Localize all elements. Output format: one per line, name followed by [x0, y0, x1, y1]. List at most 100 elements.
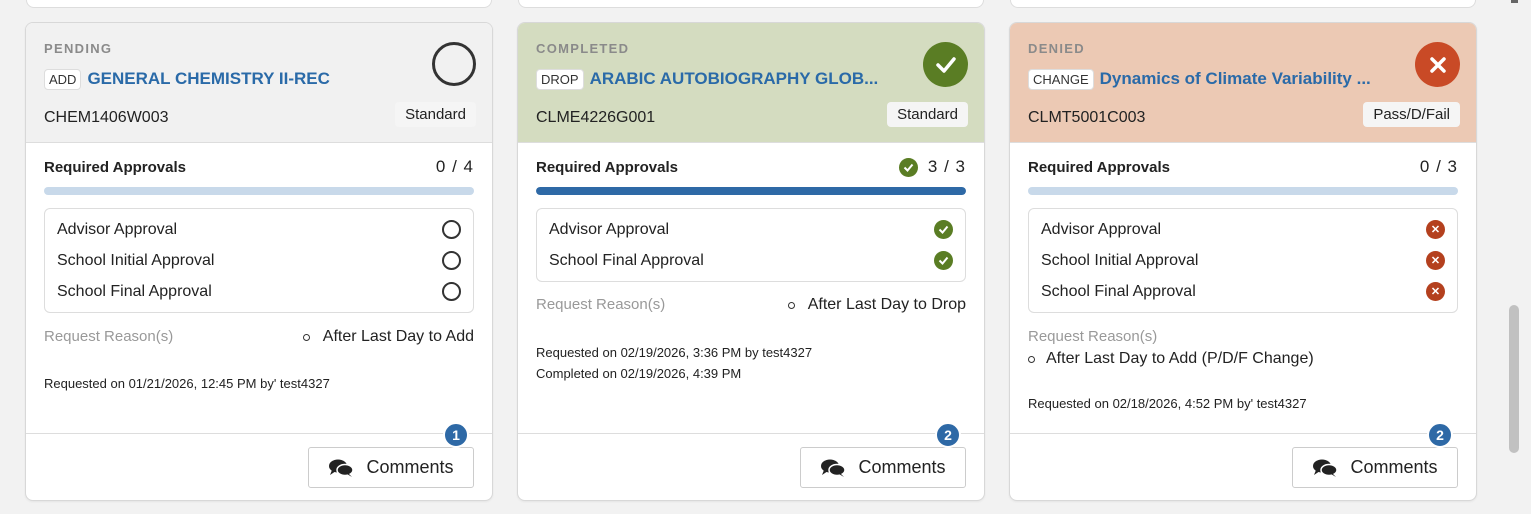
status-label: DENIED — [1028, 41, 1085, 56]
card-edge — [26, 0, 492, 8]
approvals-count: 0 / 4 — [435, 157, 474, 176]
approval-item: Advisor Approval ✕ — [1041, 214, 1445, 245]
status-label: COMPLETED — [536, 41, 630, 56]
reason-text: After Last Day to Add — [322, 328, 474, 345]
card-header: DENIED CHANGE Dynamics of Climate Variab… — [1010, 23, 1476, 142]
approval-label: School Initial Approval — [57, 251, 215, 269]
comments-button[interactable]: Comments 1 — [308, 422, 474, 488]
request-reasons-label: Request Reason(s) — [44, 328, 174, 345]
request-reasons-label: Request Reason(s) — [1028, 328, 1158, 345]
pending-circle-icon — [442, 220, 461, 239]
card-edge — [1010, 0, 1476, 8]
approval-list: Advisor Approval ✕ School Initial Approv… — [1028, 208, 1458, 313]
approval-item: Advisor Approval — [57, 214, 461, 245]
approvals-count-wrap: 3 / 3 — [898, 157, 966, 177]
approval-label: Advisor Approval — [549, 220, 670, 238]
comments-button[interactable]: Comments 2 — [800, 422, 966, 488]
completed-on-text: Completed on 02/19/2026, 4:39 PM — [536, 366, 742, 381]
x-circle-icon: ✕ — [1426, 251, 1445, 270]
check-circle-icon — [934, 251, 953, 270]
approval-item: School Initial Approval — [57, 245, 461, 276]
reason-item: After Last Day to Add (P/D/F Change) — [1028, 350, 1458, 368]
reason-item: After Last Day to Drop — [787, 296, 966, 314]
request-type-tag: CHANGE — [1028, 68, 1094, 90]
bullet-icon — [787, 301, 795, 309]
course-code: CLMT5001C003 — [1028, 109, 1146, 126]
request-meta: Requested on 02/19/2026, 3:36 PM by test… — [536, 342, 966, 384]
request-card-pending: PENDING ADD GENERAL CHEMISTRY II-REC CHE… — [25, 22, 493, 501]
course-title-link[interactable]: ARABIC AUTOBIOGRAPHY GLOB... — [590, 69, 879, 89]
request-reasons-label: Request Reason(s) — [536, 296, 666, 313]
request-reasons: Request Reason(s) After Last Day to Add — [44, 328, 474, 346]
card-footer: Comments 2 — [518, 422, 984, 500]
course-title-link[interactable]: GENERAL CHEMISTRY II-REC — [87, 69, 329, 89]
comments-label: Comments — [1350, 457, 1438, 477]
grading-basis-badge: Pass/D/Fail — [1363, 102, 1460, 127]
check-circle-icon — [934, 220, 953, 239]
approvals-count: 3 / 3 — [927, 157, 966, 176]
card-footer: Comments 2 — [1010, 422, 1476, 500]
request-type-tag: ADD — [44, 68, 82, 90]
bullet-icon — [302, 333, 310, 341]
request-meta: Requested on 01/21/2026, 12:45 PM by' te… — [44, 373, 474, 394]
request-type-tag: DROP — [536, 68, 584, 90]
previous-row-edge — [0, 0, 1500, 14]
check-icon — [923, 42, 968, 87]
x-circle-icon: ✕ — [1426, 220, 1445, 239]
card-edge — [518, 0, 984, 8]
vertical-scrollbar-thumb[interactable] — [1509, 305, 1519, 453]
card-header: PENDING ADD GENERAL CHEMISTRY II-REC CHE… — [26, 23, 492, 142]
comments-button[interactable]: Comments 2 — [1292, 422, 1458, 488]
approval-item: School Final Approval ✕ — [1041, 276, 1445, 307]
empty-circle-icon — [432, 42, 476, 86]
requested-on-text: Requested on 01/21/2026, 12:45 PM by' te… — [44, 376, 330, 391]
course-title-link[interactable]: Dynamics of Climate Variability ... — [1100, 69, 1371, 89]
comments-count-badge: 2 — [935, 422, 961, 448]
reason-item: After Last Day to Add — [302, 328, 474, 346]
approvals-progress-bar — [44, 187, 474, 195]
approval-label: Advisor Approval — [57, 220, 178, 238]
approvals-progress-bar — [1028, 187, 1458, 195]
approval-label: Advisor Approval — [1041, 220, 1162, 238]
comments-icon — [1313, 459, 1339, 477]
approvals-count: 0 / 3 — [1419, 157, 1458, 176]
comments-count-badge: 1 — [443, 422, 469, 448]
card-footer: Comments 1 — [26, 422, 492, 500]
request-card-completed: COMPLETED DROP ARABIC AUTOBIOGRAPHY GLOB… — [517, 22, 985, 501]
pending-circle-icon — [442, 282, 461, 301]
pending-circle-icon — [442, 251, 461, 270]
x-icon — [1415, 42, 1460, 87]
comments-icon — [821, 459, 847, 477]
required-approvals-label: Required Approvals — [1028, 158, 1170, 176]
approvals-progress-bar — [536, 187, 966, 195]
course-code: CLME4226G001 — [536, 109, 656, 126]
approval-item: Advisor Approval — [549, 214, 953, 245]
check-circle-icon — [898, 157, 918, 177]
grading-basis-badge: Standard — [395, 102, 476, 127]
status-label: PENDING — [44, 41, 113, 56]
requested-on-text: Requested on 02/18/2026, 4:52 PM by' tes… — [1028, 396, 1307, 411]
request-card-denied: DENIED CHANGE Dynamics of Climate Variab… — [1009, 22, 1477, 501]
requested-on-text: Requested on 02/19/2026, 3:36 PM by test… — [536, 345, 813, 360]
approval-label: School Initial Approval — [1041, 251, 1199, 269]
approval-label: School Final Approval — [1041, 282, 1196, 300]
grading-basis-badge: Standard — [887, 102, 968, 127]
comments-label: Comments — [366, 457, 454, 477]
approval-item: School Final Approval — [549, 245, 953, 276]
course-code: CHEM1406W003 — [44, 109, 169, 126]
approval-list: Advisor Approval School Initial Approval… — [44, 208, 474, 313]
approval-label: School Final Approval — [57, 282, 212, 300]
comments-icon — [329, 459, 355, 477]
scroll-up-arrow[interactable] — [1511, 0, 1518, 3]
card-body: Required Approvals 0 / 4 Advisor Approva… — [26, 142, 492, 435]
approval-item: School Final Approval — [57, 276, 461, 307]
card-body: Required Approvals 0 / 3 Advisor Approva… — [1010, 142, 1476, 435]
approval-label: School Final Approval — [549, 251, 704, 269]
comments-label: Comments — [858, 457, 946, 477]
progress-fill — [536, 187, 966, 195]
comments-count-badge: 2 — [1427, 422, 1453, 448]
card-header: COMPLETED DROP ARABIC AUTOBIOGRAPHY GLOB… — [518, 23, 984, 142]
reason-text: After Last Day to Drop — [807, 296, 966, 313]
request-meta: Requested on 02/18/2026, 4:52 PM by' tes… — [1028, 393, 1458, 414]
required-approvals-label: Required Approvals — [44, 158, 186, 176]
